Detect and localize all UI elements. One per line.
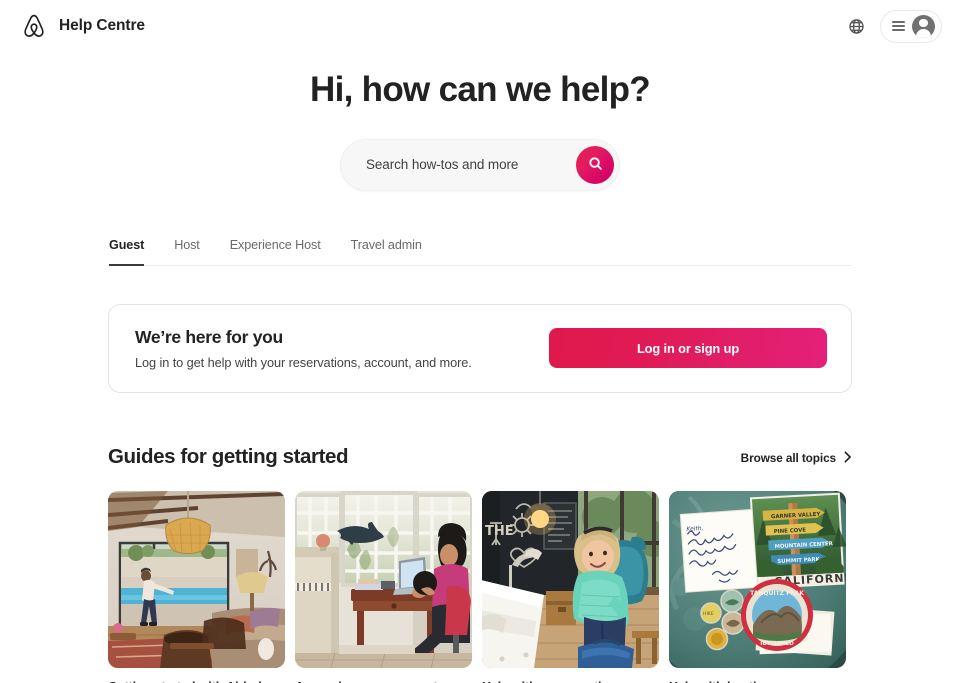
brand-home-link[interactable]: Help Centre — [20, 12, 145, 40]
globe-icon[interactable] — [840, 10, 872, 42]
airbnb-logo-icon — [20, 12, 48, 40]
guide-card-label: Getting started with Airbnb — [108, 679, 285, 683]
audience-tabs: Guest Host Experience Host Travel admin — [108, 237, 852, 266]
login-or-signup-button[interactable]: Log in or sign up — [549, 328, 827, 369]
svg-text:HIKE: HIKE — [703, 611, 714, 617]
search-area — [0, 138, 960, 191]
hero-section: Hi, how can we help? — [0, 52, 960, 191]
guide-card-label: Help with a reservation — [482, 679, 659, 683]
tab-host[interactable]: Host — [174, 238, 200, 266]
guide-card-accessing-account[interactable]: Accessing your account — [295, 490, 472, 683]
svg-text:TAHQUITZ PEAK: TAHQUITZ PEAK — [750, 590, 804, 597]
search-submit-button[interactable] — [576, 145, 614, 184]
search-icon — [588, 156, 603, 174]
browse-all-topics-label: Browse all topics — [740, 451, 836, 466]
guide-card-image-desk-laptop — [295, 490, 472, 668]
tab-experience-host[interactable]: Experience Host — [230, 238, 321, 266]
brand-title: Help Centre — [59, 17, 145, 34]
header-actions — [840, 9, 942, 43]
guide-card-label: Accessing your account — [295, 679, 472, 683]
login-promo-subtitle: Log in to get help with your reservation… — [135, 354, 472, 370]
tab-guest[interactable]: Guest — [109, 238, 144, 266]
page-title: Hi, how can we help? — [310, 70, 651, 109]
tab-travel-admin[interactable]: Travel admin — [351, 238, 422, 266]
guide-card-help-reservation[interactable]: THE — [482, 490, 659, 683]
svg-text:THE: THE — [485, 524, 514, 539]
site-header: Help Centre — [0, 0, 960, 52]
login-promo-card: We’re here for you Log in to get help wi… — [108, 303, 852, 393]
login-promo-text: We’re here for you Log in to get help wi… — [135, 327, 472, 370]
guides-section: Guides for getting started Browse all to… — [108, 445, 852, 683]
guide-card-getting-started[interactable]: Getting started with Airbnb — [108, 490, 285, 683]
audience-tabs-section: Guest Host Experience Host Travel admin — [108, 237, 852, 266]
search-box[interactable] — [340, 138, 620, 191]
hamburger-menu-icon — [892, 21, 905, 31]
search-input[interactable] — [366, 157, 576, 173]
guide-card-label: Help with hosting — [669, 679, 846, 683]
svg-text:IDYLLWILD: IDYLLWILD — [760, 641, 794, 647]
chevron-right-icon — [843, 451, 852, 466]
guide-card-image-souvenirs: GARNER VALLEY PINE COVE MOUNTAIN CENTER … — [669, 490, 846, 668]
svg-text:Keith,: Keith, — [686, 525, 704, 533]
guide-card-help-hosting[interactable]: GARNER VALLEY PINE COVE MOUNTAIN CENTER … — [669, 490, 846, 683]
guides-header: Guides for getting started Browse all to… — [108, 445, 852, 469]
guide-card-image-living-room — [108, 490, 285, 668]
browse-all-topics-link[interactable]: Browse all topics — [741, 451, 852, 469]
guides-title: Guides for getting started — [108, 444, 349, 468]
login-promo-title: We’re here for you — [135, 326, 283, 347]
guides-card-row: Getting started with Airbnb — [108, 490, 852, 683]
guide-card-image-traveler: THE — [482, 490, 659, 668]
main-content: Guest Host Experience Host Travel admin … — [108, 237, 852, 683]
user-menu-button[interactable] — [880, 9, 942, 43]
user-avatar-icon — [912, 14, 935, 38]
